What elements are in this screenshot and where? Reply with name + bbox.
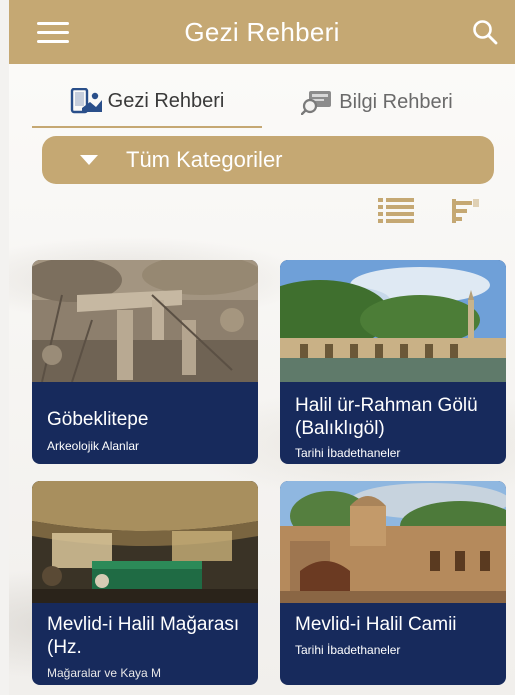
- place-category: Tarihi İbadethaneler: [295, 643, 401, 657]
- page-title: Gezi Rehberi: [184, 16, 340, 47]
- place-photo: [32, 481, 258, 603]
- place-name: Mevlid-i Halil Mağarası (Hz.: [47, 614, 240, 658]
- category-dropdown[interactable]: Tüm Kategoriler: [42, 136, 494, 184]
- search-icon[interactable]: [471, 18, 499, 46]
- place-card[interactable]: Mevlid-i Halil Camii Tarihi İbadethanele…: [280, 481, 506, 685]
- place-category: Arkeolojik Alanlar: [47, 439, 140, 453]
- app-bar: Gezi Rehberi: [9, 0, 515, 64]
- place-info: Mevlid-i Halil Mağarası (Hz. Mağaralar v…: [32, 603, 258, 685]
- place-photo: [280, 481, 506, 603]
- map-view-icon[interactable]: [449, 197, 481, 225]
- category-dropdown-label: Tüm Kategoriler: [126, 147, 283, 172]
- place-category: Tarihi İbadethaneler: [295, 446, 401, 460]
- place-info: Halil ür-Rahman Gölü (Balıklıgöl) Tarihi…: [280, 382, 506, 464]
- caret-down-icon: [80, 155, 98, 165]
- place-photo: [280, 260, 506, 382]
- place-name: Göbeklitepe: [47, 409, 149, 430]
- list-view-icon[interactable]: [378, 196, 414, 224]
- place-info: Mevlid-i Halil Camii Tarihi İbadethanele…: [280, 603, 506, 685]
- tab-label: Gezi Rehberi: [107, 89, 225, 112]
- place-card[interactable]: Halil ür-Rahman Gölü (Balıklıgöl) Tarihi…: [280, 260, 506, 464]
- place-card[interactable]: Mevlid-i Halil Mağarası (Hz. Mağaralar v…: [32, 481, 258, 685]
- place-card[interactable]: Göbeklitepe Arkeolojik Alanlar: [32, 260, 258, 464]
- tab-gezi-rehberi[interactable]: Gezi Rehberi: [32, 76, 262, 128]
- travel-guide-icon: [70, 88, 102, 114]
- tab-bilgi-rehberi[interactable]: Bilgi Rehberi: [262, 76, 492, 128]
- place-info: Göbeklitepe Arkeolojik Alanlar: [32, 382, 258, 464]
- menu-icon[interactable]: [37, 22, 69, 44]
- place-category: Mağaralar ve Kaya M: [47, 666, 162, 680]
- tab-label: Bilgi Rehberi: [339, 90, 453, 113]
- place-name: Halil ür-Rahman Gölü (Balıklıgöl): [295, 395, 478, 439]
- place-name: Mevlid-i Halil Camii: [295, 614, 457, 635]
- tab-bar: Gezi Rehberi Bilgi Rehberi: [32, 76, 492, 128]
- info-guide-icon: [301, 91, 332, 115]
- place-photo: [32, 260, 258, 382]
